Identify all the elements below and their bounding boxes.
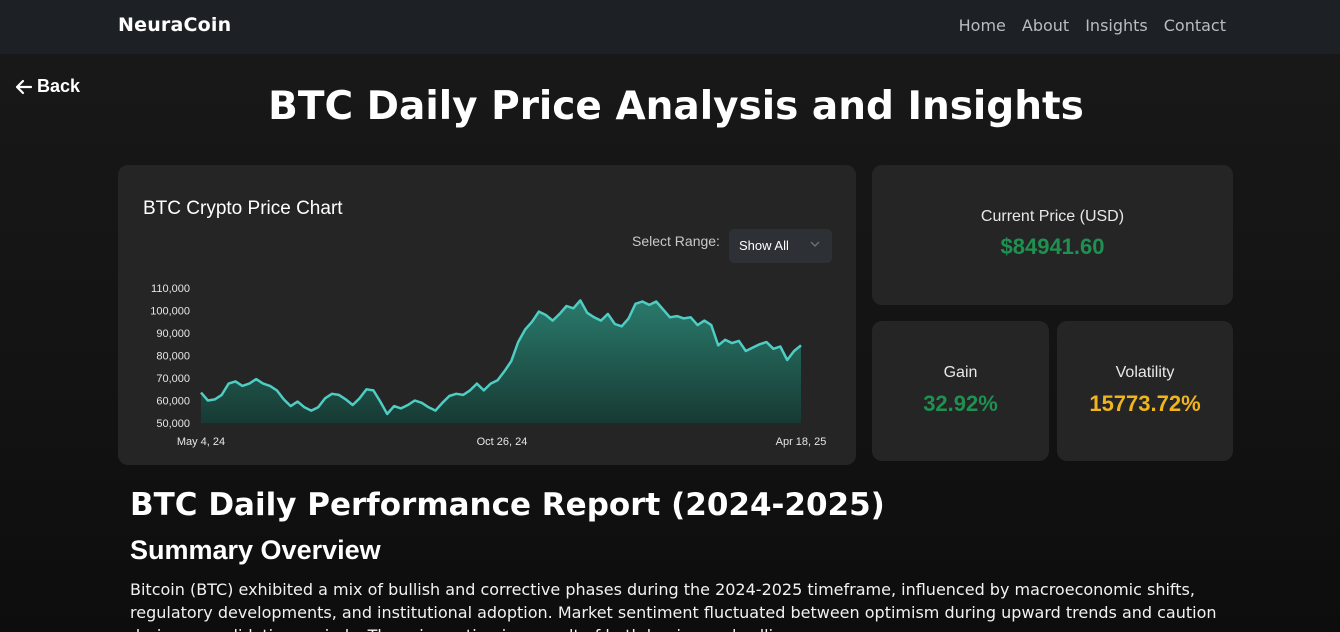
brand-logo[interactable]: NeuraCoin: [118, 14, 231, 36]
nav-link-insights[interactable]: Insights: [1085, 16, 1148, 35]
nav-link-home[interactable]: Home: [959, 16, 1006, 35]
summary-section-title: Summary Overview: [130, 535, 381, 565]
current-price-card: Current Price (USD) $84941.60: [872, 165, 1233, 305]
y-tick-label: 110,000: [151, 283, 190, 295]
nav-link-contact[interactable]: Contact: [1164, 16, 1226, 35]
y-tick-label: 80,000: [156, 351, 190, 363]
y-tick-label: 50,000: [156, 418, 190, 430]
gain-label: Gain: [943, 364, 978, 381]
price-chart-card: BTC Crypto Price Chart Select Range: Sho…: [118, 165, 856, 465]
current-price-label: Current Price (USD): [980, 208, 1125, 225]
top-nav-bar: NeuraCoin Home About Insights Contact: [0, 0, 1340, 54]
page-title: BTC Daily Price Analysis and Insights: [268, 84, 1084, 129]
report-title: BTC Daily Performance Report (2024-2025): [130, 487, 885, 523]
y-tick-label: 90,000: [156, 328, 190, 340]
y-tick-label: 60,000: [156, 396, 190, 408]
y-tick-label: 100,000: [150, 306, 190, 318]
volatility-card: Volatility 15773.72%: [1057, 321, 1233, 461]
price-chart: 50,000 60,000 70,000 80,000 90,000 100,000 110…: [150, 283, 827, 448]
x-tick-label: May 4, 24: [177, 436, 225, 448]
volatility-label: Volatility: [1115, 364, 1175, 381]
gain-card: Gain 32.92%: [872, 321, 1049, 461]
gain-value: 32.92%: [923, 391, 998, 416]
summary-paragraph: Bitcoin (BTC) exhibited a mix of bullish…: [130, 580, 1217, 632]
nav-link-about[interactable]: About: [1022, 16, 1069, 35]
x-tick-label: Apr 18, 25: [776, 436, 827, 448]
current-price-value: $84941.60: [1000, 234, 1105, 259]
volatility-value: 15773.72%: [1089, 391, 1201, 416]
y-tick-label: 70,000: [156, 373, 190, 385]
main-nav: Home About Insights Contact: [959, 16, 1226, 35]
x-tick-label: Oct 26, 24: [477, 436, 528, 448]
